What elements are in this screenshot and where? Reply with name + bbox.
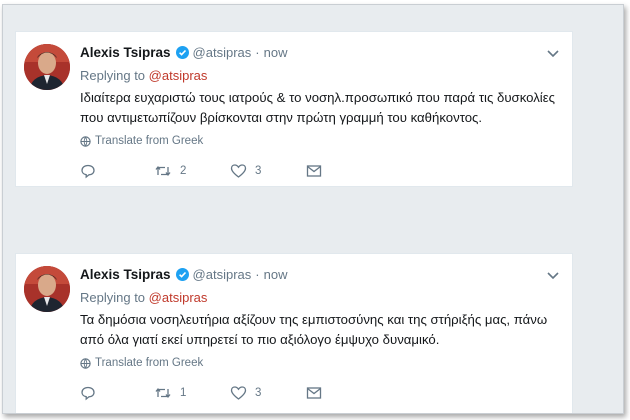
author-handle[interactable]: @atsipras	[193, 267, 252, 282]
tweet-text: Ιδιαίτερα ευχαριστώ τους ιατρούς & το νο…	[80, 90, 555, 125]
translate-link[interactable]: Translate from Greek	[80, 357, 203, 369]
author-handle[interactable]: @atsipras	[193, 45, 252, 60]
translate-link[interactable]: Translate from Greek	[80, 135, 203, 147]
retweet-count: 2	[180, 165, 187, 177]
heart-icon	[230, 163, 247, 179]
translate-label: Translate from Greek	[95, 135, 204, 147]
direct-message-button[interactable]	[306, 386, 322, 400]
retweet-icon	[154, 385, 172, 401]
author-name[interactable]: Alexis Tsipras	[80, 267, 171, 282]
mention-link[interactable]: @atsipras	[149, 68, 208, 83]
tweet-actions: 1 3	[80, 384, 322, 402]
retweet-count: 1	[180, 387, 187, 399]
like-count: 3	[255, 387, 262, 399]
avatar[interactable]	[24, 44, 70, 90]
reply-icon	[80, 163, 96, 179]
tweet-actions: 2 3	[80, 162, 322, 180]
heart-icon	[230, 385, 247, 401]
mention-link[interactable]: @atsipras	[149, 290, 208, 305]
tweet-header: Alexis Tsipras @atsipras · now	[80, 44, 287, 60]
retweet-icon	[154, 163, 172, 179]
tweet-card[interactable]: Alexis Tsipras @atsipras · now Replying …	[15, 253, 573, 413]
replying-to-line: Replying to @atsipras	[80, 290, 207, 305]
timestamp[interactable]: now	[264, 45, 288, 60]
reply-icon	[80, 385, 96, 401]
tweet-header: Alexis Tsipras @atsipras · now	[80, 266, 287, 282]
direct-message-button[interactable]	[306, 164, 322, 178]
direct-message-icon	[306, 164, 322, 178]
replying-to-label: Replying to	[80, 68, 146, 83]
screenshot-frame: Alexis Tsipras @atsipras · now Replying …	[2, 4, 624, 414]
reply-button[interactable]	[80, 385, 154, 401]
timestamp[interactable]: now	[264, 267, 288, 282]
like-button[interactable]: 3	[230, 163, 306, 179]
translate-label: Translate from Greek	[95, 357, 204, 369]
separator-dot: ·	[255, 44, 260, 60]
verified-badge-icon	[175, 267, 189, 281]
reply-button[interactable]	[80, 163, 154, 179]
replying-to-label: Replying to	[80, 290, 146, 305]
retweet-button[interactable]: 2	[154, 163, 230, 179]
globe-icon	[80, 135, 91, 147]
tweet-text: Τα δημόσια νοσηλευτήρια αξίζουν της εμπι…	[80, 312, 548, 347]
author-name[interactable]: Alexis Tsipras	[80, 45, 171, 60]
direct-message-icon	[306, 386, 322, 400]
retweet-button[interactable]: 1	[154, 385, 230, 401]
tweet-card[interactable]: Alexis Tsipras @atsipras · now Replying …	[15, 31, 573, 187]
chevron-down-icon[interactable]	[546, 268, 560, 280]
avatar[interactable]	[24, 266, 70, 312]
chevron-down-icon[interactable]	[546, 46, 560, 58]
replying-to-line: Replying to @atsipras	[80, 68, 207, 83]
separator-dot: ·	[255, 266, 260, 282]
globe-icon	[80, 357, 91, 369]
like-count: 3	[255, 165, 262, 177]
like-button[interactable]: 3	[230, 385, 306, 401]
verified-badge-icon	[175, 45, 189, 59]
